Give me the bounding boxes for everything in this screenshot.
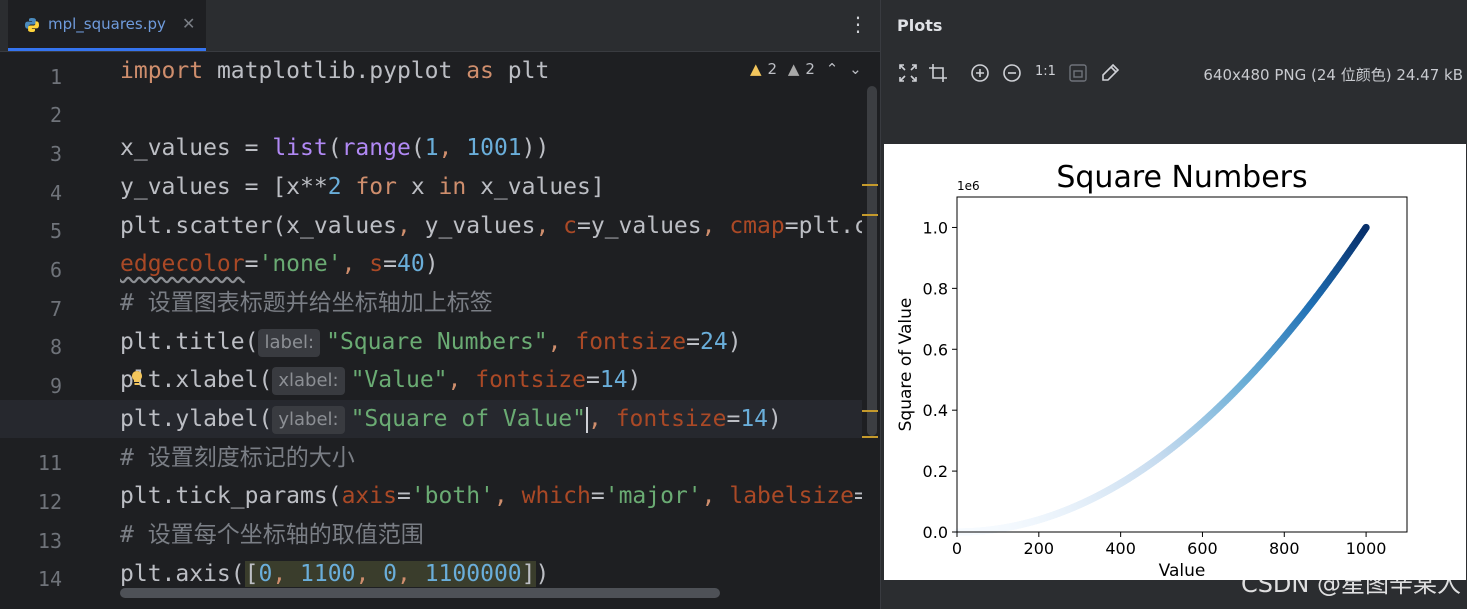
- close-tab-icon[interactable]: ✕: [182, 14, 195, 33]
- code-area[interactable]: import matplotlib.pyplot as plt x_values…: [118, 52, 862, 592]
- x-tick-label: 600: [1187, 539, 1218, 558]
- line-number: 13: [37, 529, 62, 553]
- watermark: CSDN @星图辛某人: [1240, 570, 1461, 598]
- background-toggle-icon[interactable]: [1067, 62, 1089, 84]
- axes-frame: [956, 196, 1408, 533]
- line-number: 3: [49, 142, 62, 166]
- warning-marker[interactable]: [862, 184, 878, 186]
- plot-viewport[interactable]: 0 200 400 600 800 1000 0.0 0.2 0.4 0.6 0.8 1.0 Squar…: [881, 100, 1467, 609]
- inspection-widget[interactable]: ▲ 2 ▲ 2 ⌃ ⌄: [750, 60, 868, 78]
- image-info: 640x480 PNG (24 位颜色) 24.47 kB: [1203, 66, 1463, 84]
- color-picker-icon[interactable]: [1099, 62, 1121, 84]
- previous-highlight-icon[interactable]: ⌃: [826, 60, 839, 78]
- editor-tab-bar: mpl_squares.py ✕ ⋮: [0, 0, 880, 52]
- warning-count: 2: [767, 60, 778, 78]
- crop-icon[interactable]: [927, 62, 949, 84]
- code-line-5[interactable]: plt.scatter(x_values, y_values, c=y_valu…: [120, 207, 862, 245]
- y-tick-label: 0.4: [923, 401, 948, 420]
- line-number: 1: [49, 65, 62, 89]
- scatter-point: [1362, 223, 1370, 232]
- code-line-8[interactable]: plt.title(label: "Square Numbers", fontsi…: [120, 323, 742, 361]
- tab-mpl-squares[interactable]: mpl_squares.py ✕: [8, 0, 206, 51]
- x-tick-label: 0: [952, 539, 962, 558]
- warning-icon: ▲: [750, 60, 762, 78]
- line-number: 6: [49, 258, 62, 282]
- actual-size-button[interactable]: 1:1: [1035, 64, 1056, 79]
- code-line-1[interactable]: import matplotlib.pyplot as plt: [120, 52, 549, 90]
- vertical-scrollbar[interactable]: [867, 86, 877, 436]
- y-tick-label: 0.2: [923, 462, 948, 481]
- y-tick-label: 0.6: [923, 340, 948, 359]
- plots-panel-title: Plots: [897, 16, 943, 35]
- more-options-icon[interactable]: ⋮: [848, 12, 868, 36]
- zoom-out-icon[interactable]: [1001, 62, 1023, 84]
- line-number-gutter: 1 2 3 4 5 6 7 8 9 10 11 12 13 14: [0, 52, 100, 609]
- code-line-4[interactable]: y_values = [x**2 for x in x_values]: [120, 168, 605, 206]
- line-number: 11: [37, 451, 62, 475]
- next-highlight-icon[interactable]: ⌄: [849, 60, 862, 78]
- chart-title: Square Numbers: [1056, 160, 1307, 195]
- offset-label: 1e6: [957, 179, 980, 193]
- tab-label: mpl_squares.py: [48, 15, 166, 33]
- line-number: 2: [49, 103, 62, 127]
- zoom-in-icon[interactable]: [969, 62, 991, 84]
- line-number: 5: [49, 219, 62, 243]
- x-tick-label: 400: [1105, 539, 1136, 558]
- warning-marker[interactable]: [862, 214, 878, 216]
- scatter-chart: 0 200 400 600 800 1000 0.0 0.2 0.4 0.6 0.8 1.0 Squar…: [896, 160, 1408, 581]
- code-editor[interactable]: mpl_squares.py ✕ ⋮ 1 2 3 4 5 6 7 8 9 10 …: [0, 0, 880, 609]
- param-hint: label:: [258, 328, 321, 357]
- x-axis-label: Value: [1159, 561, 1206, 580]
- lightbulb-icon[interactable]: [130, 370, 144, 386]
- y-tick-label: 0.8: [923, 279, 948, 298]
- plots-panel: Plots 1:1 640x480 PNG (24 位颜色) 24.47 kB …: [881, 0, 1467, 609]
- line-number: 12: [37, 490, 62, 514]
- code-line-12[interactable]: plt.tick_params(axis='both', which='majo…: [120, 477, 862, 515]
- x-tick-label: 1000: [1346, 539, 1387, 558]
- code-line-9[interactable]: plt.xlabel(xlabel: "Value", fontsize=14): [120, 361, 641, 399]
- fit-to-screen-icon[interactable]: [897, 62, 919, 84]
- y-tick-label: 0.0: [923, 523, 948, 542]
- plot-image: 0 200 400 600 800 1000 0.0 0.2 0.4 0.6 0.8 1.0 Squar…: [884, 144, 1466, 581]
- weak-warning-icon: ▲: [787, 60, 800, 78]
- horizontal-scrollbar[interactable]: [120, 588, 720, 598]
- param-hint: xlabel:: [272, 366, 345, 395]
- code-line-11[interactable]: # 设置刻度标记的大小: [120, 439, 355, 477]
- code-line-3[interactable]: x_values = list(range(1, 1001)): [120, 129, 549, 167]
- x-tick-label: 200: [1024, 539, 1055, 558]
- line-number: 14: [37, 567, 62, 591]
- warning-marker[interactable]: [862, 436, 878, 438]
- warning-marker[interactable]: [862, 410, 878, 412]
- line-number: 7: [49, 297, 62, 321]
- y-axis-label: Square of Value: [896, 298, 916, 432]
- code-line-6[interactable]: edgecolor='none', s=40): [120, 245, 439, 283]
- code-line-13[interactable]: # 设置每个坐标轴的取值范围: [120, 516, 424, 554]
- y-tick-label: 1.0: [923, 218, 948, 237]
- code-line-10[interactable]: plt.ylabel(ylabel: "Square of Value", fon…: [120, 400, 782, 438]
- weak-warning-count: 2: [805, 60, 815, 78]
- line-number: 4: [49, 181, 62, 205]
- python-file-icon: [25, 18, 39, 32]
- code-line-7[interactable]: # 设置图表标题并给坐标轴加上标签: [120, 284, 493, 322]
- param-hint: ylabel:: [272, 405, 345, 434]
- x-tick-label: 800: [1269, 539, 1300, 558]
- code-line-14[interactable]: plt.axis([0, 1100, 0, 1100000]): [120, 555, 549, 592]
- line-number: 8: [49, 335, 62, 359]
